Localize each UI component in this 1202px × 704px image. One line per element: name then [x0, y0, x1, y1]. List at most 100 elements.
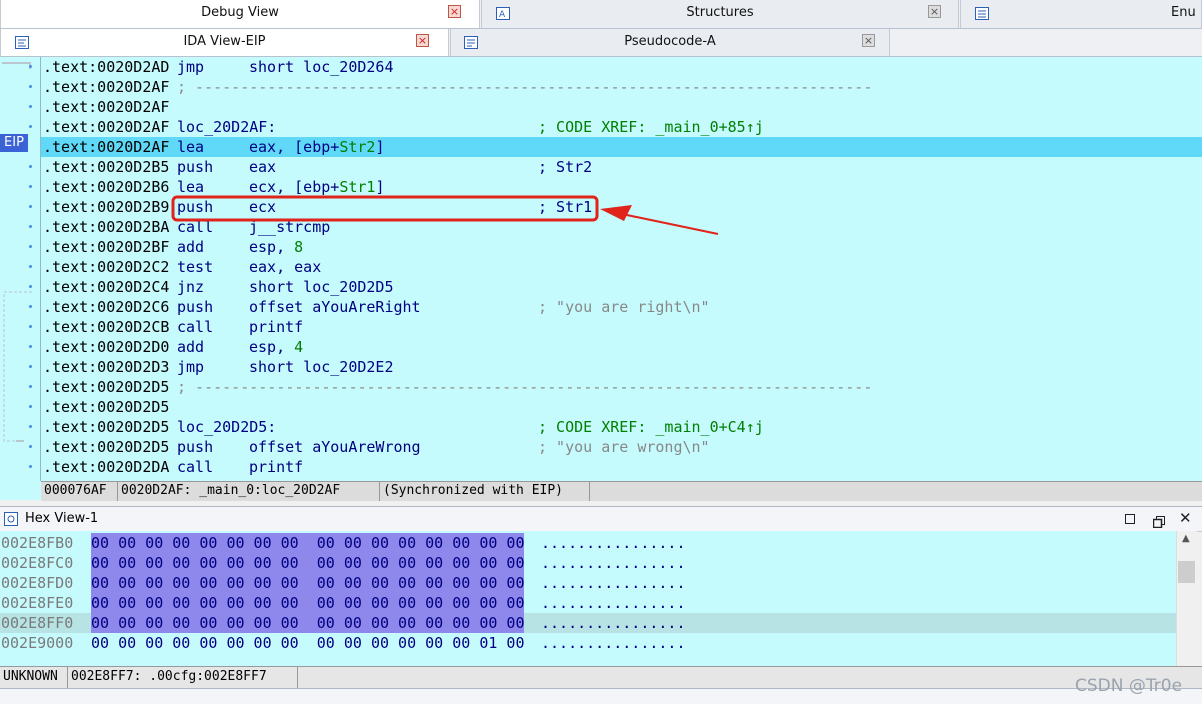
- hex-address: 002E8FE0: [1, 594, 74, 612]
- breakpoint-dot[interactable]: [29, 325, 32, 328]
- line-address: .text:0020D2D5: [43, 398, 170, 416]
- close-icon[interactable]: ×: [862, 34, 875, 47]
- code-line[interactable]: .text:0020D2D5 loc_20D2D5: ; CODE XREF: _m…: [41, 417, 1202, 437]
- code-line[interactable]: .text:0020D2AF loc_20D2AF: ; CODE XREF: _m…: [41, 117, 1202, 137]
- code-line[interactable]: .text:0020D2AD jmp short loc_20D264: [41, 57, 1202, 77]
- breakpoint-dot[interactable]: [29, 285, 32, 288]
- code-line[interactable]: .text:0020D2CB call printf: [41, 317, 1202, 337]
- hex-view-header: Hex View-1 ✕: [0, 506, 1202, 532]
- line-address: .text:0020D2BF: [43, 238, 170, 256]
- code-line[interactable]: .text:0020D2D5 ; ------------------------…: [41, 377, 1202, 397]
- breakpoint-dot[interactable]: [29, 105, 32, 108]
- code-line[interactable]: .text:0020D2AF ; ------------------------…: [41, 77, 1202, 97]
- code-line[interactable]: .text:0020D2BF add esp, 8: [41, 237, 1202, 257]
- hex-row[interactable]: 002E8FB0 00 00 00 00 00 00 00 00 00 00 00…: [0, 533, 1176, 553]
- tab-enums[interactable]: Enu: [960, 0, 1202, 28]
- tab-label: Enu: [1171, 5, 1196, 20]
- breakpoint-dot[interactable]: [29, 345, 32, 348]
- code-line[interactable]: .text:0020D2C2 test eax, eax: [41, 257, 1202, 277]
- tab-debug-view[interactable]: Debug View ×: [0, 0, 480, 28]
- code-line[interactable]: .text:0020D2D3 jmp short loc_20D2E2: [41, 357, 1202, 377]
- ida-status-bar: 000076AF 0020D2AF: _main_0:loc_20D2AF (S…: [41, 481, 1202, 501]
- hex-bytes: 00 00 00 00 00 00 00 00 00 00 00 00 00 0…: [91, 613, 525, 633]
- tab-ida-view-eip[interactable]: IDA View-EIP ×: [0, 29, 449, 56]
- operand-symbol: Str1: [339, 178, 376, 196]
- hex-ascii: ................: [541, 534, 686, 552]
- code-line[interactable]: .text:0020D2D5: [41, 397, 1202, 417]
- operand: ecx: [249, 198, 277, 216]
- code-line[interactable]: .text:0020D2B9 push ecx ; Str1: [41, 197, 1202, 217]
- minimize-icon[interactable]: [1125, 514, 1135, 524]
- scroll-up-icon[interactable]: ▲: [1182, 533, 1190, 544]
- line-address: .text:0020D2C6: [43, 298, 170, 316]
- hex-row[interactable]: 002E8FD0 00 00 00 00 00 00 00 00 00 00 00…: [0, 573, 1176, 593]
- operand-part: ]: [375, 138, 385, 156]
- code-line[interactable]: .text:0020D2B6 lea ecx, [ebp+Str1]: [41, 177, 1202, 197]
- line-address: .text:0020D2D0: [43, 338, 170, 356]
- breakpoint-dot[interactable]: [29, 425, 32, 428]
- breakpoint-dot[interactable]: [29, 465, 32, 468]
- scroll-thumb[interactable]: [1178, 561, 1195, 583]
- tab-label: Structures: [686, 5, 754, 20]
- breakpoint-dot[interactable]: [29, 245, 32, 248]
- hex-row[interactable]: 002E8FF0 00 00 00 00 00 00 00 00 00 00 00…: [0, 613, 1176, 633]
- close-icon[interactable]: ✕: [1179, 509, 1192, 527]
- close-icon[interactable]: ×: [448, 5, 461, 18]
- breakpoint-dot[interactable]: [29, 185, 32, 188]
- hex-dump[interactable]: 002E8FB0 00 00 00 00 00 00 00 00 00 00 00…: [0, 531, 1176, 666]
- mnemonic: call: [177, 318, 214, 336]
- code-line[interactable]: .text:0020D2BA call j__strcmp: [41, 217, 1202, 237]
- line-address: .text:0020D2B9: [43, 198, 170, 216]
- breakpoint-dot[interactable]: [29, 205, 32, 208]
- breakpoint-dot[interactable]: [29, 305, 32, 308]
- code-line[interactable]: .text:0020D2C4 jnz short loc_20D2D5: [41, 277, 1202, 297]
- code-line[interactable]: .text:0020D2C6 push offset aYouAreRight ; "…: [41, 297, 1202, 317]
- close-icon[interactable]: ×: [928, 5, 941, 18]
- hex-view-icon: [4, 511, 18, 530]
- operand-part: eax, [ebp+: [249, 138, 340, 156]
- hex-address: 002E8FF0: [1, 614, 74, 632]
- line-address: .text:0020D2AF: [43, 78, 170, 96]
- line-address: .text:0020D2AF: [43, 98, 170, 116]
- operand-symbol: 8: [294, 238, 304, 256]
- eip-marker: EIP: [0, 134, 28, 152]
- operand-part: ecx, [ebp+: [249, 178, 340, 196]
- breakpoint-dot[interactable]: [29, 445, 32, 448]
- comment: ; "you are wrong\n": [538, 438, 710, 456]
- breakpoint-dot[interactable]: [29, 165, 32, 168]
- hex-row[interactable]: 002E8FE0 00 00 00 00 00 00 00 00 00 00 00…: [0, 593, 1176, 613]
- disassembly-view[interactable]: EIP .text:0020D2AD jmp short loc_20D264 .te…: [0, 57, 1202, 501]
- separator-comment: ; --------------------------------------…: [177, 78, 873, 96]
- code-line[interactable]: .text:0020D2B5 push eax ; Str2: [41, 157, 1202, 177]
- breakpoint-dot[interactable]: [29, 225, 32, 228]
- code-line[interactable]: .text:0020D2DA call printf: [41, 457, 1202, 477]
- breakpoint-dot[interactable]: [29, 385, 32, 388]
- code-line[interactable]: .text:0020D2D5 push offset aYouAreWrong ; "…: [41, 437, 1202, 457]
- breakpoint-dot[interactable]: [29, 125, 32, 128]
- breakpoint-dot[interactable]: [29, 65, 32, 68]
- breakpoint-dot[interactable]: [29, 85, 32, 88]
- mnemonic: add: [177, 338, 205, 356]
- code-line[interactable]: .text:0020D2AF lea eax, [ebp+Str2]: [41, 137, 1202, 157]
- mnemonic: loc_20D2D5:: [177, 418, 277, 436]
- mnemonic: lea: [177, 178, 205, 196]
- operand: ecx, [ebp+Str1]: [249, 177, 384, 197]
- close-icon[interactable]: ×: [416, 34, 429, 47]
- code-listing[interactable]: .text:0020D2AD jmp short loc_20D264 .text:0…: [41, 57, 1202, 481]
- hex-row[interactable]: 002E8FC0 00 00 00 00 00 00 00 00 00 00 00…: [0, 553, 1176, 573]
- operand: eax: [249, 158, 277, 176]
- breakpoint-dot[interactable]: [29, 405, 32, 408]
- operand: offset aYouAreRight: [249, 298, 421, 316]
- mnemonic: push: [177, 158, 214, 176]
- flow-arrows: [2, 62, 32, 442]
- breakpoint-dot[interactable]: [29, 265, 32, 268]
- hex-row[interactable]: 002E9000 00 00 00 00 00 00 00 00 00 00 00…: [0, 633, 1176, 653]
- code-line[interactable]: .text:0020D2AF: [41, 97, 1202, 117]
- restore-icon[interactable]: [1152, 513, 1165, 532]
- code-line[interactable]: .text:0020D2D0 add esp, 4: [41, 337, 1202, 357]
- line-address: .text:0020D2D5: [43, 418, 170, 436]
- tab-pseudocode-a[interactable]: Pseudocode-A ×: [450, 29, 890, 56]
- tab-structures[interactable]: A Structures ×: [481, 0, 959, 28]
- vertical-scrollbar[interactable]: ▲: [1176, 531, 1197, 666]
- breakpoint-dot[interactable]: [29, 365, 32, 368]
